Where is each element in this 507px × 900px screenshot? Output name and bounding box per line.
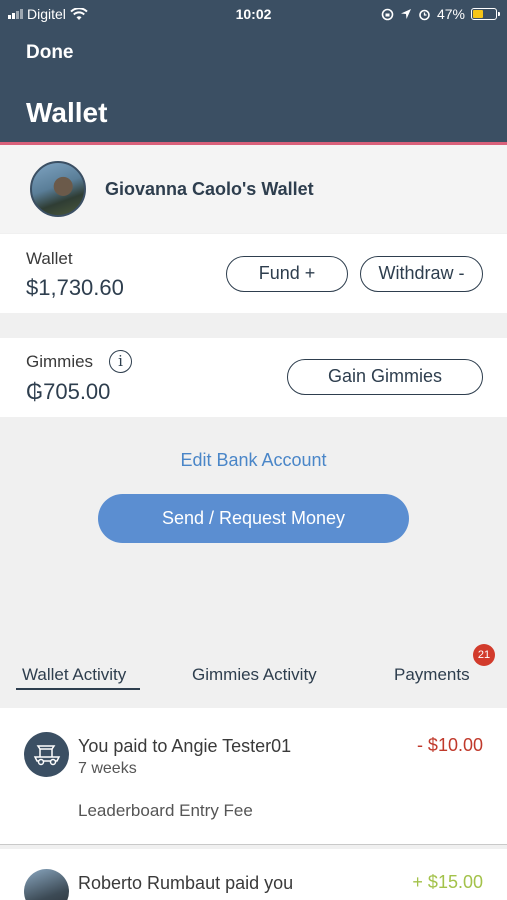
activity-time: 7 weeks bbox=[78, 760, 137, 777]
wallet-amount: $1,730.60 bbox=[26, 275, 124, 300]
gimmies-label: Gimmies bbox=[26, 352, 94, 371]
send-request-money-button[interactable]: Send / Request Money bbox=[98, 494, 409, 543]
activity-amount: - $10.00 bbox=[416, 735, 483, 755]
info-icon[interactable]: i bbox=[109, 350, 132, 373]
avatar bbox=[30, 161, 86, 217]
activity-note: Leaderboard Entry Fee bbox=[78, 801, 253, 820]
done-button[interactable]: Done bbox=[26, 42, 74, 64]
list-item[interactable]: Roberto Rumbaut paid you + $15.00 bbox=[0, 849, 507, 900]
list-item[interactable]: You paid to Angie Tester01 7 weeks Leade… bbox=[0, 708, 507, 844]
divider bbox=[0, 844, 507, 845]
active-tab-indicator bbox=[16, 688, 140, 690]
wallet-owner-name: Giovanna Caolo's Wallet bbox=[105, 178, 314, 199]
activity-title: You paid to Angie Tester01 bbox=[78, 736, 292, 756]
gimmies-amount: ₲705.00 bbox=[26, 379, 111, 404]
header-bar: Digitel 10:02 47% Done Wallet bbox=[0, 0, 507, 142]
tab-payments[interactable]: Payments bbox=[394, 665, 470, 685]
activity-title: Roberto Rumbaut paid you bbox=[78, 873, 294, 893]
wallet-owner-card: Giovanna Caolo's Wallet bbox=[0, 145, 507, 233]
gimmies-balance-panel: Gimmies i ₲705.00 Gain Gimmies bbox=[0, 338, 507, 417]
withdraw-button[interactable]: Withdraw - bbox=[360, 256, 483, 292]
payments-badge: 21 bbox=[473, 644, 495, 666]
wallet-label: Wallet bbox=[26, 249, 73, 268]
activity-amount: + $15.00 bbox=[412, 872, 483, 892]
golf-cart-icon bbox=[24, 732, 69, 777]
tab-wallet-activity[interactable]: Wallet Activity bbox=[22, 665, 126, 685]
user-avatar bbox=[24, 869, 69, 900]
alarm-icon bbox=[419, 9, 430, 20]
status-right: 47% bbox=[381, 6, 500, 22]
gain-gimmies-button[interactable]: Gain Gimmies bbox=[287, 359, 483, 395]
battery-percent: 47% bbox=[436, 6, 465, 22]
page-title: Wallet bbox=[26, 97, 108, 128]
edit-bank-account-link[interactable]: Edit Bank Account bbox=[0, 450, 507, 471]
battery-icon bbox=[471, 8, 500, 20]
location-icon bbox=[400, 9, 411, 19]
fund-button[interactable]: Fund + bbox=[226, 256, 348, 292]
status-bar: Digitel 10:02 47% bbox=[0, 0, 507, 28]
tab-gimmies-activity[interactable]: Gimmies Activity bbox=[192, 665, 317, 685]
rotation-lock-icon bbox=[381, 8, 394, 20]
wallet-balance-panel: Wallet $1,730.60 Fund + Withdraw - bbox=[0, 234, 507, 313]
